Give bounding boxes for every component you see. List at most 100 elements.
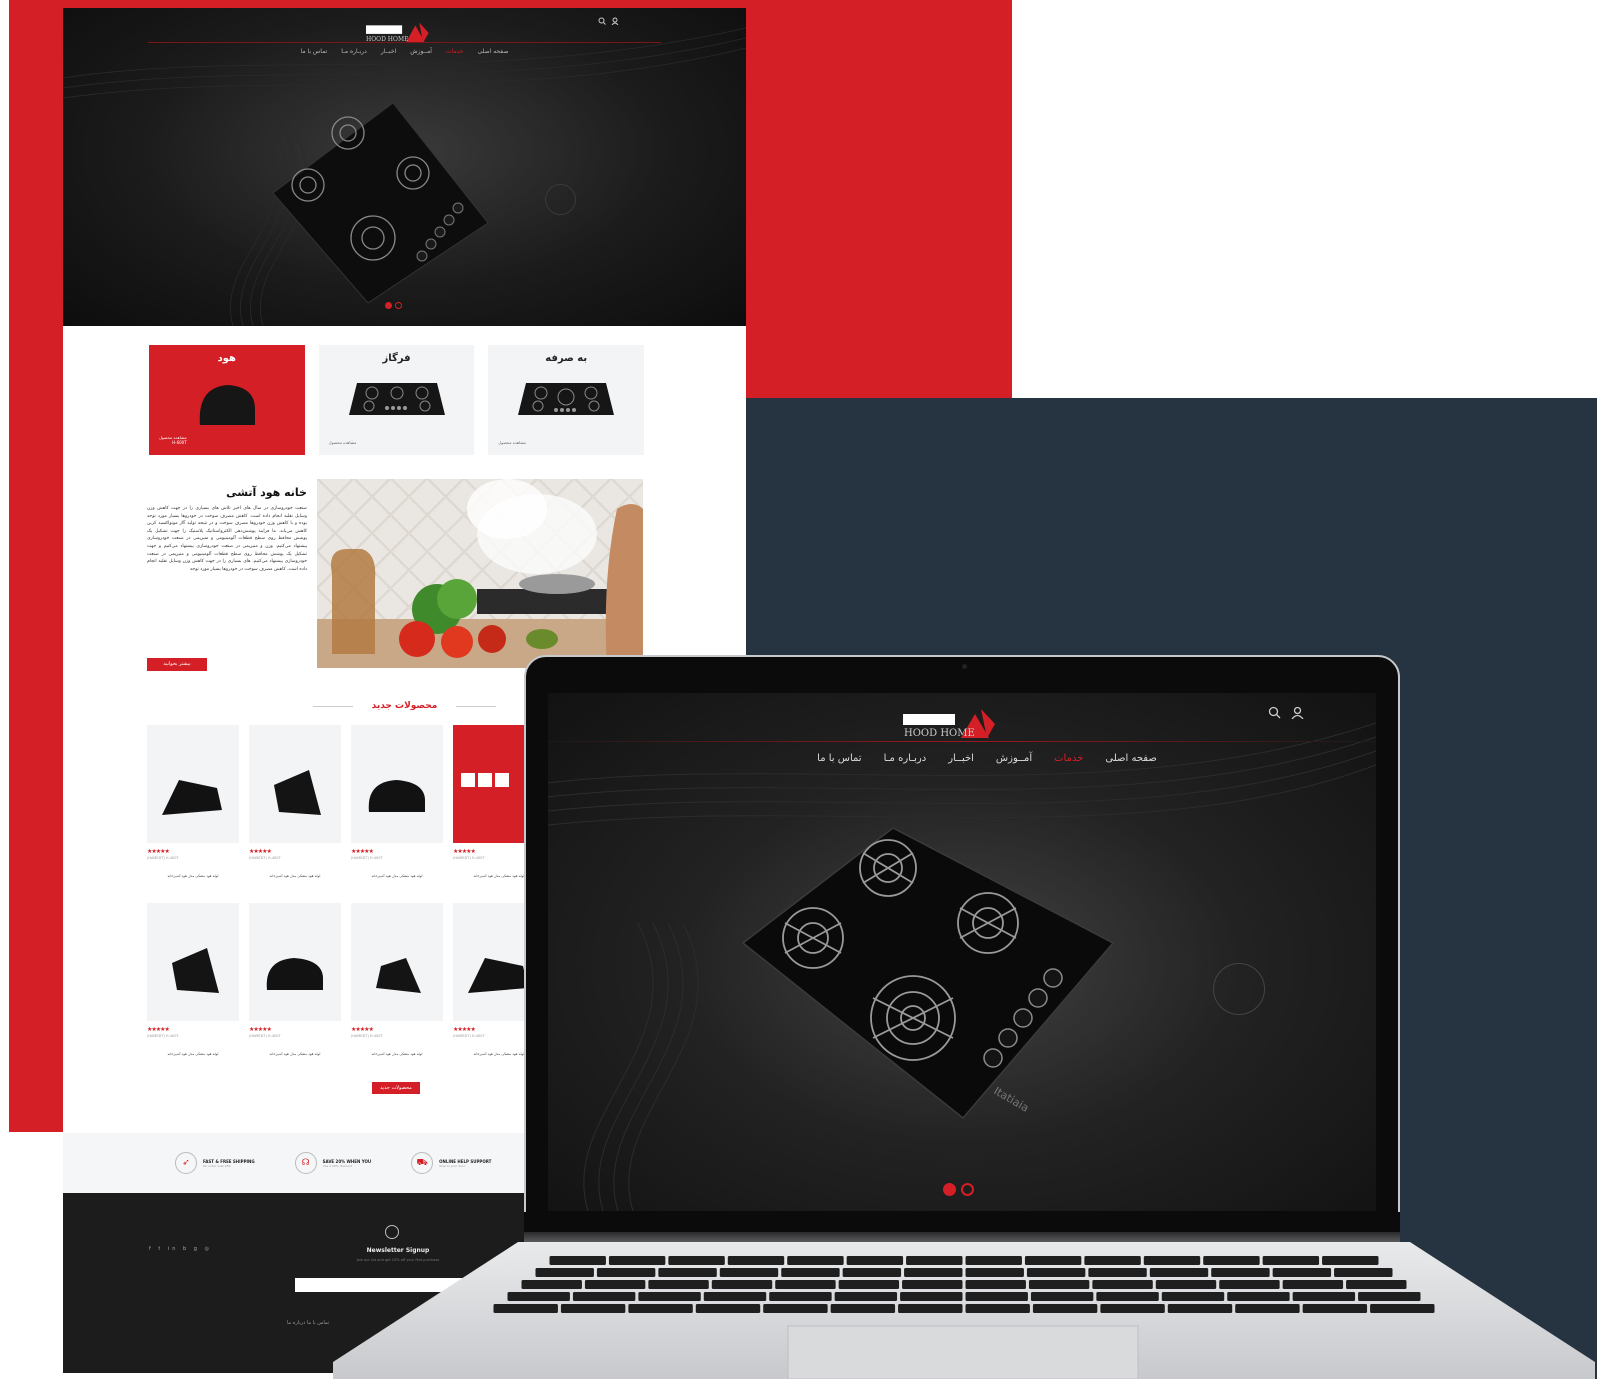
rating-stars: ★★★★★ <box>351 1026 374 1033</box>
nav-item-home[interactable]: صفحه اصلی <box>478 48 509 55</box>
divider-line <box>456 706 496 707</box>
cooktop-image <box>272 102 489 303</box>
product-image[interactable] <box>147 903 239 1021</box>
product-image[interactable] <box>249 725 341 843</box>
category-sub: مشاهده محصول <box>328 440 357 445</box>
header-divider <box>148 42 661 43</box>
search-icon[interactable] <box>598 17 606 25</box>
product-row: ★★★★★ (HAMEDT) H-400T لوله هود مشکی مدل هو… <box>147 725 545 878</box>
nav-item-services[interactable]: خدمات <box>1054 753 1083 764</box>
cart-icon[interactable] <box>478 773 492 787</box>
product-name: لوله هود مشکی مدل هود آشپزخانه <box>473 1052 525 1056</box>
about-body: صنعت خودروسازی در سال های اخیر تلاش های … <box>147 506 307 572</box>
category-card-hood[interactable]: هود مشاهده محصول H-600T <box>149 345 305 455</box>
product-image[interactable] <box>351 725 443 843</box>
product-card[interactable]: ★★★★★ (HAMEDT) H-400T لوله هود مشکی مدل هو… <box>351 903 443 1056</box>
laptop-screen: HOOD HOME صفحه اصلی خدمات آمــوزش اخبــا… <box>548 693 1376 1211</box>
about-section: خانه هود آتشی صنعت خودروسازی در سال های … <box>147 486 307 573</box>
decor-ring <box>1213 963 1265 1015</box>
user-icon[interactable] <box>1291 706 1304 719</box>
slider-dot-2[interactable] <box>961 1183 974 1196</box>
product-card[interactable]: ★★★★★ (HAMEDT) H-400T لوله هود مشکی مدل هو… <box>351 725 443 878</box>
headset-icon: ☊ <box>294 1152 317 1174</box>
user-icon[interactable] <box>611 17 619 25</box>
cooktop-image <box>348 383 445 415</box>
hood-image <box>274 770 321 815</box>
product-model: (HAMEDT) H-400T <box>453 856 485 860</box>
rating-stars: ★★★★★ <box>453 848 476 855</box>
product-card[interactable]: ★★★★★ (HAMEDT) H-400T لوله هود مشکی مدل هو… <box>147 903 239 1056</box>
logo-text: HOOD HOME <box>904 728 975 739</box>
nav-item-education[interactable]: آمــوزش <box>410 48 432 55</box>
hood-image <box>266 958 324 990</box>
product-name: لوله هود مشکی مدل هود آشپزخانه <box>269 874 321 878</box>
nav-item-news[interactable]: اخبــار <box>381 48 396 55</box>
slider-dot-1[interactable] <box>385 302 392 309</box>
nav-item-home[interactable]: صفحه اصلی <box>1105 753 1156 764</box>
category-title: فرگاز <box>382 353 411 364</box>
cooktop-image: Itatiaia <box>741 827 1115 1120</box>
hood-image <box>199 385 255 425</box>
new-products-button[interactable]: محصولات جدید <box>372 1082 420 1094</box>
nav-item-about[interactable]: دربـاره مـا <box>884 753 927 764</box>
read-more-button[interactable]: بیشتر بخوانید <box>147 658 207 671</box>
footer-links[interactable]: تماس با ما درباره ما <box>287 1320 329 1326</box>
about-title: خانه هود آتشی <box>226 486 307 499</box>
nav-item-contact[interactable]: تماس با ما <box>817 753 861 764</box>
hood-image <box>162 780 222 815</box>
product-image[interactable] <box>453 725 545 843</box>
newsletter-email-input[interactable] <box>295 1278 495 1292</box>
category-card-fargaz[interactable]: فرگاز مشاهده محصول <box>318 345 475 455</box>
category-card-economy[interactable]: به صرفه مشاهده محصول <box>488 345 645 455</box>
slider-dots <box>943 1183 974 1196</box>
product-name: لوله هود مشکی مدل هود آشپزخانه <box>473 874 525 878</box>
nav-item-education[interactable]: آمــوزش <box>996 753 1032 764</box>
product-card[interactable]: ★★★★★ (HAMEDT) H-400T لوله هود مشکی مدل هو… <box>147 725 239 878</box>
rating-stars: ★★★★★ <box>147 1026 170 1033</box>
rating-stars: ★★★★★ <box>351 848 374 855</box>
product-model: (HAMEDT) H-400T <box>351 1034 383 1038</box>
slider-dot-1[interactable] <box>943 1183 956 1196</box>
product-model: (HAMEDT) H-400T <box>147 1034 179 1038</box>
brand-engraving: Itatiaia <box>992 1084 1032 1114</box>
product-name: لوله هود مشکی مدل هود آشپزخانه <box>371 874 423 878</box>
product-model: (HAMEDT) H-400T <box>249 856 281 860</box>
nav-item-news[interactable]: اخبــار <box>948 753 974 764</box>
decor-ring <box>545 184 576 215</box>
product-row: ★★★★★ (HAMEDT) H-400T لوله هود مشکی مدل هو… <box>147 903 545 1056</box>
compare-icon[interactable] <box>461 773 475 787</box>
product-model: (HAMEDT) H-400T <box>249 1034 281 1038</box>
category-title: هود <box>217 353 236 364</box>
product-card[interactable]: ★★★★★ (HAMEDT) H-400T لوله هود مشکی مدل هو… <box>453 903 545 1056</box>
search-icon[interactable] <box>1268 706 1281 719</box>
product-image[interactable] <box>147 725 239 843</box>
hero-slider: HOOD HOME صفحه اصلی خدمات آمــوزش اخبــا… <box>63 8 746 326</box>
feature-support: ⛟ ONLINE HELP SUPPORT Ship to your door <box>411 1152 491 1174</box>
feature-discount: ☊ SAVE 20% WHEN YOU Use a 20% discount <box>294 1152 371 1174</box>
product-image[interactable] <box>249 903 341 1021</box>
product-image[interactable] <box>453 903 545 1021</box>
product-image[interactable] <box>351 903 443 1021</box>
feature-shipping: ➶ FAST & FREE SHIPPING On order over $50 <box>175 1152 255 1174</box>
product-card[interactable]: ★★★★★ (HAMEDT) H-400T لوله هود مشکی مدل هو… <box>249 903 341 1056</box>
category-title: به صرفه <box>545 353 588 364</box>
product-name: لوله هود مشکی مدل هود آشپزخانه <box>371 1052 423 1056</box>
product-card[interactable]: ★★★★★ (HAMEDT) H-400T لوله هود مشکی مدل هو… <box>453 725 545 878</box>
truck-icon: ⛟ <box>411 1152 434 1174</box>
nav-item-about[interactable]: دربـاره مـا <box>341 48 367 55</box>
product-card[interactable]: ★★★★★ (HAMEDT) H-400T لوله هود مشکی مدل هو… <box>249 725 341 878</box>
slider-dot-2[interactable] <box>395 302 402 309</box>
newsletter-title: Newsletter Signup <box>366 1247 430 1254</box>
hood-image <box>172 948 219 993</box>
nav-item-services[interactable]: خدمات <box>446 48 464 55</box>
mockup-stage: HOOD HOME صفحه اصلی خدمات آمــوزش اخبــا… <box>0 0 1597 1379</box>
main-nav: صفحه اصلی خدمات آمــوزش اخبــار دربـاره … <box>548 753 1376 764</box>
hood-image <box>376 958 421 993</box>
view-icon[interactable] <box>495 773 509 787</box>
hood-image <box>468 958 528 993</box>
rating-stars: ★★★★★ <box>249 1026 272 1033</box>
header-divider <box>548 741 1376 742</box>
kitchen-photo <box>317 479 643 668</box>
nav-item-contact[interactable]: تماس با ما <box>301 48 328 55</box>
product-model: (HAMEDT) H-400T <box>453 1034 485 1038</box>
